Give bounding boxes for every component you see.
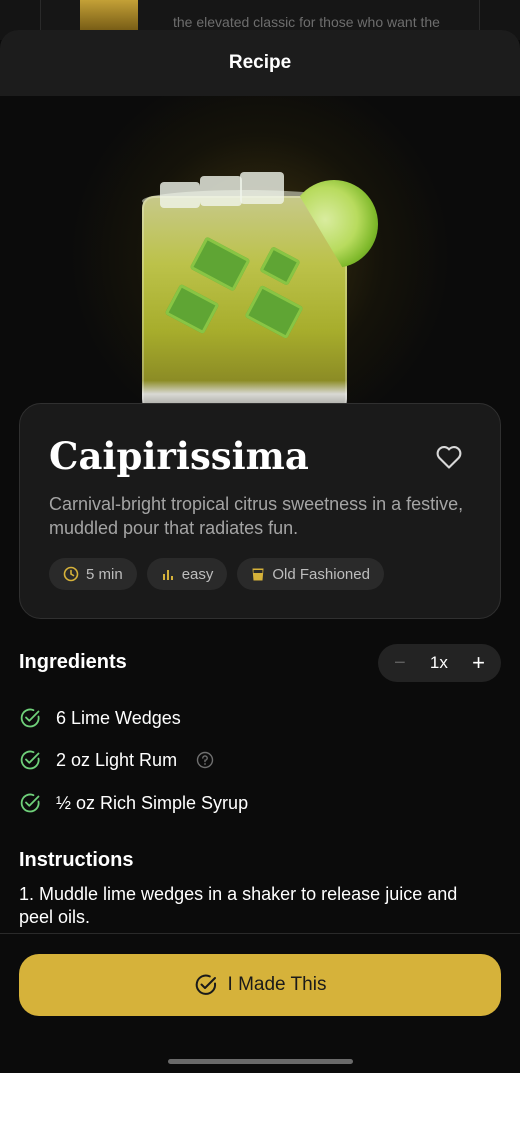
check-circle-icon — [195, 974, 216, 995]
drink-info-card: Caipirissima Carnival-bright tropical ci… — [19, 403, 501, 619]
sheet-header: Recipe — [0, 30, 520, 96]
home-indicator[interactable] — [168, 1059, 353, 1064]
chip-time: 5 min — [49, 558, 137, 590]
ingredients-title: Ingredients — [19, 651, 127, 673]
ingredient-item[interactable]: 6 Lime Wedges — [19, 705, 181, 731]
ice-cube — [160, 182, 200, 208]
check-circle-icon — [20, 793, 40, 813]
i-made-this-button[interactable]: I Made This — [19, 954, 501, 1016]
recipe-sheet: Recipe Caipirissima Carnival-bright trop… — [0, 30, 520, 1073]
ingredient-item[interactable]: ½ oz Rich Simple Syrup — [19, 790, 248, 816]
sheet-footer: I Made This — [0, 933, 520, 1073]
chip-time-label: 5 min — [86, 565, 123, 583]
background-card-text: the elevated classic for those who want … — [173, 14, 440, 30]
ingredient-label: 2 oz Light Rum — [56, 749, 178, 770]
ingredient-label: 6 Lime Wedges — [56, 707, 181, 728]
servings-value: 1x — [429, 653, 448, 672]
chip-glass: Old Fashioned — [237, 558, 384, 590]
help-icon[interactable] — [196, 751, 214, 769]
i-made-this-label: I Made This — [227, 974, 327, 995]
servings-stepper: − 1x + — [378, 644, 501, 682]
chip-difficulty: easy — [146, 558, 228, 590]
instructions-title: Instructions — [19, 849, 134, 871]
background-card-thumbnail — [80, 0, 138, 30]
drink-description: Carnival-bright tropical citrus sweetnes… — [49, 494, 464, 538]
ice-cube — [200, 176, 242, 206]
drink-name: Caipirissima — [49, 434, 309, 478]
instruction-step: 1. Muddle lime wedges in a shaker to rel… — [19, 884, 458, 927]
bar-chart-icon — [162, 570, 173, 580]
chip-difficulty-label: easy — [181, 565, 214, 583]
drink-hero-image — [0, 96, 520, 436]
check-circle-icon — [20, 750, 40, 770]
ingredient-label: ½ oz Rich Simple Syrup — [56, 792, 249, 813]
clock-icon — [63, 566, 79, 582]
drink-meta-chips: 5 min easy Old Fashioned — [49, 558, 384, 590]
check-circle-icon — [20, 708, 40, 728]
app-screen: the elevated classic for those who want … — [0, 0, 520, 1073]
page-title: Recipe — [228, 52, 292, 73]
old-fashioned-glass-icon — [252, 568, 264, 580]
ingredient-item[interactable]: 2 oz Light Rum — [19, 747, 214, 773]
increase-servings-button[interactable]: + — [472, 650, 485, 676]
ice-cube — [240, 172, 284, 204]
chip-glass-label: Old Fashioned — [272, 565, 370, 583]
heart-icon[interactable] — [435, 444, 463, 470]
decrease-servings-button[interactable]: − — [394, 652, 406, 675]
